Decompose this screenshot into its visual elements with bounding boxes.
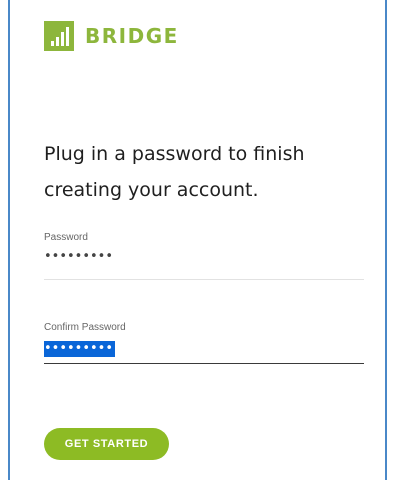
frame-border-left	[8, 0, 10, 480]
signal-bars-icon	[44, 21, 74, 51]
confirm-password-underline	[44, 363, 364, 364]
page-heading: Plug in a password to finish creating yo…	[44, 143, 305, 201]
confirm-password-input[interactable]: •••••••••	[44, 341, 116, 357]
confirm-password-label: Confirm Password	[44, 322, 126, 333]
get-started-button[interactable]: GET STARTED	[44, 428, 169, 460]
password-label: Password	[44, 232, 88, 243]
window-frame: BRIDGE Plug in a password to finish crea…	[0, 0, 397, 480]
password-field[interactable]: Password •••••••••	[44, 232, 364, 280]
brand-logo: BRIDGE	[44, 21, 179, 51]
brand-name: BRIDGE	[85, 24, 179, 48]
password-input[interactable]: •••••••••	[44, 249, 364, 265]
password-underline	[44, 279, 364, 280]
confirm-password-field[interactable]: Confirm Password •••••••••	[44, 322, 364, 364]
frame-border-right	[385, 0, 387, 480]
